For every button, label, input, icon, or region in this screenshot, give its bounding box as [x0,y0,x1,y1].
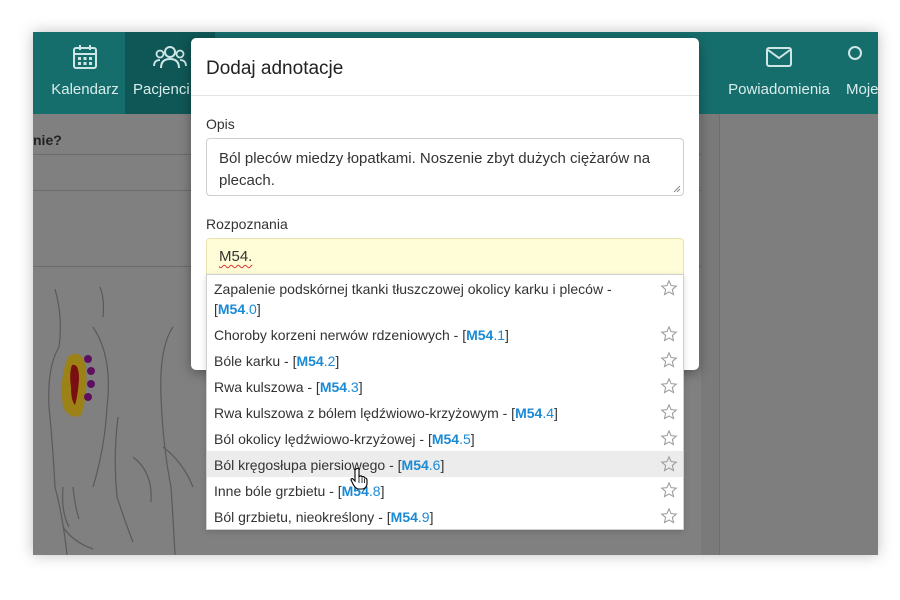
suggestion-subcode: .9 [417,509,430,525]
diagnosis-search-input[interactable]: M54. [206,238,684,276]
diagnosis-label: Rozpoznania [206,216,288,232]
suggestion-subcode: .2 [323,353,336,369]
suggestion-subcode: .6 [428,457,441,473]
suggestion-item[interactable]: Inne bóle grzbietu - [M54.8] [207,477,683,503]
suggestion-subcode: .3 [347,379,359,395]
calendar-icon [73,45,97,69]
suggestion-item[interactable]: Ból grzbietu, nieokreślony - [M54.9] [207,503,683,529]
modal-title: Dodaj adnotacje [206,58,344,79]
favorite-star-icon[interactable] [660,325,678,343]
suggestion-text: Bóle karku - [214,353,289,369]
favorite-star-icon[interactable] [660,279,678,297]
favorite-star-icon[interactable] [660,507,678,525]
suggestion-code: M54 [296,353,324,369]
suggestion-subcode: .0 [245,301,257,317]
favorite-star-icon[interactable] [660,455,678,473]
nav-label: Powiadomienia [728,81,830,98]
favorite-star-icon[interactable] [660,429,678,447]
nav-item-notifications[interactable]: Powiadomienia [723,32,835,114]
nav-label: Kalendarz [51,81,119,98]
suggestion-item[interactable]: Bóle karku - [M54.2] [207,347,683,373]
suggestion-item[interactable]: Rwa kulszowa - [M54.3] [207,373,683,399]
nav-item-calendar[interactable]: Kalendarz [41,32,129,114]
favorite-star-icon[interactable] [660,351,678,369]
envelope-icon [766,47,792,67]
question-text: nie? [33,132,62,148]
suggestion-item[interactable]: Ból okolicy lędźwiowo-krzyżowej - [M54.5… [207,425,683,451]
suggestion-code: M54 [217,301,246,317]
suggestion-code: M54 [466,327,494,343]
diagnosis-input-value: M54. [219,248,253,265]
suggestion-item[interactable]: Zapalenie podskórnej tkanki tłuszczowej … [207,275,683,319]
description-label: Opis [206,116,235,132]
suggestion-item[interactable]: Rwa kulszowa z bólem lędźwiowo-krzyżowym… [207,399,683,425]
suggestion-subcode: .5 [459,431,471,447]
hand-pointer-cursor-icon [350,468,368,490]
suggestion-subcode: .4 [542,405,554,421]
suggestion-text: Rwa kulszowa - [214,379,313,395]
description-line: plecach. [219,172,275,189]
suggestion-subcode: .1 [493,327,506,343]
suggestion-text: Ból okolicy lędźwiowo-krzyżowej - [214,431,425,447]
suggestion-code: M54 [319,379,348,395]
suggestion-text: Zapalenie podskórnej tkanki tłuszczowej … [214,281,612,297]
side-panel [719,114,878,555]
diagnosis-suggestions-list: Zapalenie podskórnej tkanki tłuszczowej … [206,274,684,530]
users-icon [153,46,187,69]
app-window: Kalendarz Pacjenci Powiadomienia Moje ni… [33,32,878,555]
nav-label: Moje [846,81,878,98]
suggestion-item-hovered[interactable]: Ból kręgosłupa piersiowego - [M54.6] [207,451,683,477]
suggestion-item[interactable]: Choroby korzeni nerwów rdzeniowych - [M5… [207,321,683,347]
user-icon [848,46,862,60]
modal-header: Dodaj adnotacje [191,38,699,96]
favorite-star-icon[interactable] [660,403,678,421]
suggestion-code: M54 [515,405,543,421]
favorite-star-icon[interactable] [660,377,678,395]
resize-handle-icon[interactable] [673,185,681,193]
suggestion-code: M54 [390,509,418,525]
suggestion-code: M54 [401,457,429,473]
suggestion-subcode: .8 [368,483,381,499]
description-line: Ból pleców miedzy łopatkami. Noszenie zb… [219,150,651,167]
suggestion-text: Inne bóle grzbietu - [214,483,334,499]
suggestion-text: Choroby korzeni nerwów rdzeniowych - [214,327,459,343]
nav-item-my-account[interactable]: Moje [841,32,878,114]
description-textarea[interactable]: Ból pleców miedzy łopatkami. Noszenie zb… [206,138,684,196]
favorite-star-icon[interactable] [660,481,678,499]
suggestion-text: Ból grzbietu, nieokreślony - [214,509,383,525]
suggestion-code: M54 [431,431,460,447]
suggestion-text: Rwa kulszowa z bólem lędźwiowo-krzyżowym… [214,405,508,421]
